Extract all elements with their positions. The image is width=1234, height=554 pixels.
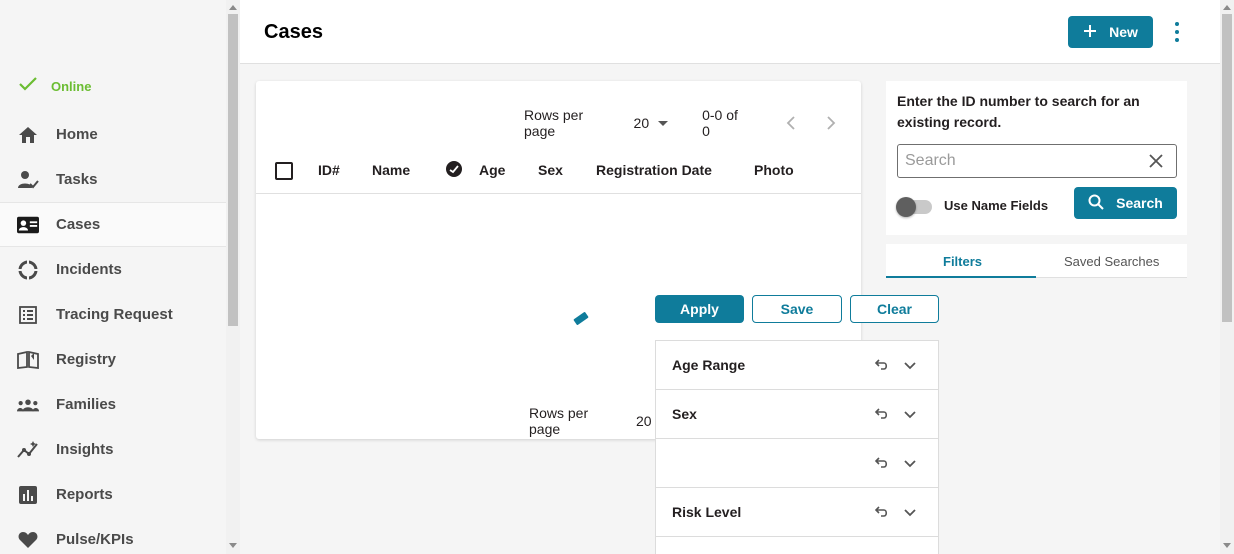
tab-filters[interactable]: Filters xyxy=(943,254,982,269)
column-photo[interactable]: Photo xyxy=(754,162,794,178)
caret-down-icon xyxy=(658,120,669,126)
rows-per-page-label: Rows per page xyxy=(524,107,584,139)
sidebar-item-families[interactable]: Families xyxy=(0,382,226,427)
registry-icon xyxy=(17,349,39,371)
sidebar-item-registry[interactable]: Registry xyxy=(0,337,226,382)
search-button-label: Search xyxy=(1116,195,1163,211)
filter-age-range[interactable]: Age Range xyxy=(656,341,938,390)
use-name-fields-toggle[interactable] xyxy=(896,196,932,217)
rows-per-page-label: Rows per page xyxy=(529,405,589,437)
undo-icon[interactable] xyxy=(873,504,889,520)
active-tab-indicator xyxy=(886,276,1036,278)
filter-risk-level[interactable]: Risk Level xyxy=(656,488,938,537)
sidebar-item-insights[interactable]: Insights xyxy=(0,427,226,472)
filter-sex[interactable]: Sex xyxy=(656,390,938,439)
more-options-icon[interactable] xyxy=(1172,22,1182,42)
sidebar-item-label: Cases xyxy=(56,216,101,233)
sidebar-item-label: Home xyxy=(56,126,98,143)
filter-list: Age Range Sex Risk Level xyxy=(655,340,939,554)
sidebar-scroll-up-icon[interactable] xyxy=(229,5,237,10)
sidebar-item-home[interactable]: Home xyxy=(0,112,226,157)
chevron-down-icon[interactable] xyxy=(902,504,918,520)
page-title: Cases xyxy=(264,21,323,43)
clear-button[interactable]: Clear xyxy=(850,295,939,323)
sidebar-item-tracing-request[interactable]: Tracing Request xyxy=(0,292,226,337)
chevron-right-icon[interactable] xyxy=(821,113,841,133)
sidebar-scroll-down-icon[interactable] xyxy=(229,543,237,548)
sidebar-nav: Home Tasks Cases Incidents Tracing Reque… xyxy=(0,112,226,554)
filter-label: Sex xyxy=(672,406,697,422)
undo-icon[interactable] xyxy=(873,406,889,422)
filter-unlabeled[interactable] xyxy=(656,439,938,488)
sidebar-item-pulse-kpis[interactable]: Pulse/KPIs xyxy=(0,517,226,554)
rows-per-page-value: 20 xyxy=(633,115,650,131)
filter-label: Risk Level xyxy=(672,504,742,520)
top-pagination: Rows per page 20 0-0 of 0 xyxy=(524,107,861,139)
sidebar-scrollbar-thumb[interactable] xyxy=(228,14,238,326)
main-scrollbar-thumb[interactable] xyxy=(1222,14,1232,322)
tasks-icon xyxy=(17,169,39,191)
sidebar-item-label: Incidents xyxy=(56,261,122,278)
new-button[interactable]: New xyxy=(1068,16,1153,48)
page-header: Cases New xyxy=(240,0,1220,64)
sidebar-item-tasks[interactable]: Tasks xyxy=(0,157,226,202)
online-status: Online xyxy=(18,76,91,97)
tab-saved-searches[interactable]: Saved Searches xyxy=(1064,254,1159,269)
chevron-down-icon[interactable] xyxy=(902,406,918,422)
sidebar-item-cases[interactable]: Cases xyxy=(0,202,226,247)
main-scroll-down-icon[interactable] xyxy=(1223,543,1231,548)
search-input[interactable] xyxy=(897,144,1177,178)
new-button-label: New xyxy=(1109,24,1138,40)
pagination-range: 0-0 of 0 xyxy=(702,107,738,139)
flag-icon xyxy=(445,160,463,181)
undo-icon[interactable] xyxy=(873,455,889,471)
filter-label: Age Range xyxy=(672,357,746,373)
sidebar-item-label: Pulse/KPIs xyxy=(56,531,134,548)
online-label: Online xyxy=(51,79,92,94)
filter-tabs: Filters Saved Searches xyxy=(886,244,1187,278)
sidebar-item-label: Tasks xyxy=(56,171,98,188)
rows-per-page-value: 20 xyxy=(635,413,652,429)
loading-spinner-icon xyxy=(573,311,589,326)
sidebar-item-label: Families xyxy=(56,396,117,413)
reports-icon xyxy=(17,484,39,506)
sidebar-item-label: Insights xyxy=(56,441,114,458)
column-age[interactable]: Age xyxy=(479,162,505,178)
table-header: ID# Name Age Sex Registration Date Photo xyxy=(256,149,861,194)
column-sex[interactable]: Sex xyxy=(538,162,563,178)
sidebar-item-label: Registry xyxy=(56,351,117,368)
families-icon xyxy=(17,394,39,416)
column-name[interactable]: Name xyxy=(372,162,410,178)
tracing-request-icon xyxy=(17,304,39,326)
cases-icon xyxy=(17,214,39,236)
search-panel: Enter the ID number to search for an exi… xyxy=(886,81,1187,235)
heart-icon xyxy=(17,529,39,551)
sidebar-item-label: Tracing Request xyxy=(56,306,173,323)
chevron-down-icon[interactable] xyxy=(902,455,918,471)
use-name-fields-label: Use Name Fields xyxy=(944,198,1049,213)
select-all-checkbox[interactable] xyxy=(275,162,293,180)
clear-search-icon[interactable] xyxy=(1148,153,1164,169)
rows-per-page-select[interactable]: 20 xyxy=(634,115,669,131)
chevron-left-icon[interactable] xyxy=(781,113,801,133)
search-instructions: Enter the ID number to search for an exi… xyxy=(897,93,1140,130)
column-registration-date[interactable]: Registration Date xyxy=(596,162,712,178)
sidebar-item-reports[interactable]: Reports xyxy=(0,472,226,517)
home-icon xyxy=(17,124,39,146)
insights-icon xyxy=(17,439,39,461)
apply-button[interactable]: Apply xyxy=(655,295,744,323)
column-id[interactable]: ID# xyxy=(318,162,340,178)
check-icon xyxy=(18,76,38,97)
sidebar-item-incidents[interactable]: Incidents xyxy=(0,247,226,292)
chevron-down-icon[interactable] xyxy=(902,357,918,373)
main-scroll-up-icon[interactable] xyxy=(1223,5,1231,10)
undo-icon[interactable] xyxy=(873,357,889,373)
incidents-icon xyxy=(17,259,39,281)
sidebar: Online Home Tasks Cases Incidents Tracin… xyxy=(0,0,226,554)
sidebar-item-label: Reports xyxy=(56,486,113,503)
plus-icon xyxy=(1083,24,1097,41)
search-icon xyxy=(1088,194,1104,213)
search-button[interactable]: Search xyxy=(1074,187,1177,219)
save-button[interactable]: Save xyxy=(752,295,842,323)
